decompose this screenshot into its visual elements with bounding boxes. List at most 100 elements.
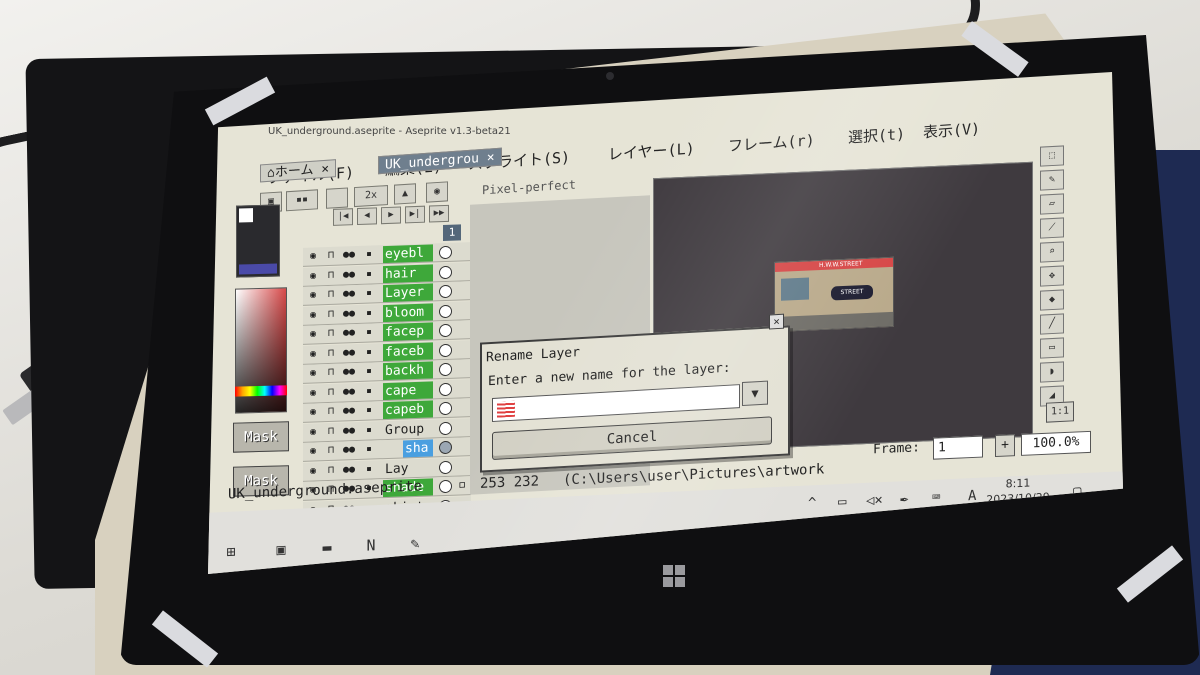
- close-icon[interactable]: ×: [769, 313, 784, 330]
- lock-icon[interactable]: ⊓: [325, 386, 337, 398]
- eye-icon[interactable]: ◉: [307, 348, 319, 360]
- palette-entry[interactable]: [239, 263, 277, 275]
- cel-marker[interactable]: [439, 401, 452, 416]
- menu-layer[interactable]: レイヤー(L): [608, 138, 695, 165]
- zoom-tool-icon[interactable]: ⌕: [1040, 241, 1064, 263]
- lock-icon[interactable]: ⊓: [325, 328, 337, 340]
- chevron-down-icon[interactable]: ▼: [742, 380, 768, 407]
- prev-frame-icon[interactable]: ◀: [357, 207, 377, 226]
- layer-thumb-icon[interactable]: ▪: [363, 307, 375, 319]
- layer-thumb-icon[interactable]: ▪: [363, 346, 375, 358]
- cel-marker[interactable]: [439, 440, 452, 455]
- layer-thumb-icon[interactable]: ▪: [363, 287, 375, 299]
- cel-marker[interactable]: [439, 245, 452, 260]
- eye-icon[interactable]: ◉: [307, 426, 319, 438]
- pen-icon[interactable]: ✒: [900, 491, 908, 507]
- continuous-icon[interactable]: ●●: [343, 425, 355, 437]
- continuous-icon[interactable]: ●●: [343, 269, 355, 281]
- continuous-icon[interactable]: ●●: [343, 366, 355, 378]
- layer-name[interactable]: cape: [383, 380, 433, 400]
- layer-name[interactable]: sha: [403, 439, 433, 458]
- battery-icon[interactable]: ▭: [838, 494, 846, 510]
- lock-icon[interactable]: ⊓: [325, 289, 337, 301]
- cancel-button[interactable]: Cancel: [492, 416, 772, 460]
- layer-name[interactable]: eyebl: [383, 244, 433, 264]
- layer-thumb-icon[interactable]: ▪: [363, 443, 375, 455]
- layer-thumb-icon[interactable]: ▪: [363, 385, 375, 397]
- line-tool-icon[interactable]: ╱: [1040, 313, 1064, 335]
- cel-marker[interactable]: [439, 343, 452, 357]
- layer-name[interactable]: hair: [383, 263, 433, 283]
- continuous-icon[interactable]: ●●: [343, 386, 355, 398]
- cel-marker[interactable]: [439, 323, 452, 338]
- keyboard-icon[interactable]: ⌨: [932, 490, 940, 506]
- move-tool-icon[interactable]: ✥: [1040, 265, 1064, 287]
- layer-name-input[interactable]: [492, 384, 740, 422]
- layer-thumb-icon[interactable]: ▪: [363, 268, 375, 280]
- cel-marker[interactable]: [439, 284, 452, 299]
- close-icon[interactable]: ×: [487, 150, 495, 166]
- first-frame-icon[interactable]: |◀: [333, 208, 353, 226]
- lock-icon[interactable]: ⊓: [325, 347, 337, 359]
- layer-thumb-icon[interactable]: ▪: [363, 248, 375, 260]
- lock-icon[interactable]: ⊓: [325, 308, 337, 320]
- lock-icon[interactable]: ⊓: [325, 269, 337, 281]
- cel-marker[interactable]: [439, 460, 452, 474]
- aseprite-taskbar-icon[interactable]: ▣: [270, 539, 292, 560]
- eye-icon[interactable]: ◉: [307, 387, 319, 399]
- eye-icon[interactable]: ◉: [307, 406, 319, 418]
- palette-preview[interactable]: [236, 204, 280, 278]
- lock-icon[interactable]: ⊓: [325, 464, 337, 476]
- continuous-icon[interactable]: ●●: [343, 327, 355, 339]
- rectangle-tool-icon[interactable]: ▭: [1040, 337, 1064, 359]
- eye-icon[interactable]: ◉: [307, 328, 319, 340]
- lock-icon[interactable]: ⊓: [325, 250, 337, 262]
- lock-icon[interactable]: ⊓: [325, 445, 337, 457]
- paint-icon[interactable]: ✎: [404, 533, 426, 554]
- pencil-tool-icon[interactable]: ✎: [1040, 169, 1064, 191]
- eye-icon[interactable]: ◉: [307, 445, 319, 457]
- eyedropper-tool-icon[interactable]: ⟋: [1040, 217, 1064, 239]
- cel-marker[interactable]: [439, 362, 452, 377]
- opacity-icon[interactable]: ◉: [426, 181, 448, 203]
- lock-icon[interactable]: ⊓: [325, 425, 337, 437]
- contour-tool-icon[interactable]: ◗: [1040, 361, 1064, 383]
- fill-tool-icon[interactable]: ◆: [1040, 289, 1064, 311]
- close-icon[interactable]: ×: [321, 162, 329, 178]
- cel-marker[interactable]: [439, 421, 452, 435]
- continuous-icon[interactable]: ●●: [343, 444, 355, 456]
- foreground-swatch[interactable]: [239, 208, 253, 223]
- layer-name[interactable]: backh: [383, 361, 433, 381]
- cel-marker[interactable]: [439, 304, 452, 318]
- menu-select[interactable]: 選択(t): [848, 123, 905, 148]
- continuous-icon[interactable]: ●●: [343, 464, 355, 476]
- continuous-icon[interactable]: ●●: [343, 347, 355, 359]
- eye-icon[interactable]: ◉: [307, 465, 319, 477]
- layer-thumb-icon[interactable]: ▪: [363, 404, 375, 416]
- layer-name[interactable]: facep: [383, 322, 433, 342]
- continuous-icon[interactable]: ●●: [343, 405, 355, 417]
- cel-marker[interactable]: [439, 382, 452, 396]
- continuous-icon[interactable]: ●●: [343, 249, 355, 261]
- layer-thumb-icon[interactable]: ▪: [363, 424, 375, 436]
- one-to-one-button[interactable]: 1:1: [1046, 401, 1074, 423]
- layer-thumb-icon[interactable]: ▪: [363, 463, 375, 475]
- pixel-perfect-label[interactable]: Pixel-perfect: [482, 178, 576, 198]
- ime-indicator[interactable]: A: [968, 488, 976, 504]
- cel-marker[interactable]: [439, 265, 452, 279]
- layer-name[interactable]: faceb: [383, 341, 433, 361]
- next-frame-icon[interactable]: ▶|: [405, 205, 425, 224]
- eye-icon[interactable]: ◉: [307, 250, 319, 262]
- layer-name[interactable]: Layer: [383, 283, 433, 303]
- layer-name[interactable]: bloom: [383, 302, 433, 322]
- chevron-up-icon[interactable]: ^: [808, 495, 816, 511]
- play-icon[interactable]: ▶: [381, 206, 401, 225]
- lock-icon[interactable]: ⊓: [325, 367, 337, 379]
- eye-icon[interactable]: ◉: [307, 367, 319, 379]
- hue-slider[interactable]: [235, 385, 287, 397]
- start-icon[interactable]: ⊞: [220, 541, 242, 562]
- eye-icon[interactable]: ◉: [307, 309, 319, 321]
- continuous-icon[interactable]: ●●: [343, 308, 355, 320]
- menu-frame[interactable]: フレーム(r): [728, 129, 815, 156]
- brush-type-icon[interactable]: ▪▪: [286, 189, 318, 212]
